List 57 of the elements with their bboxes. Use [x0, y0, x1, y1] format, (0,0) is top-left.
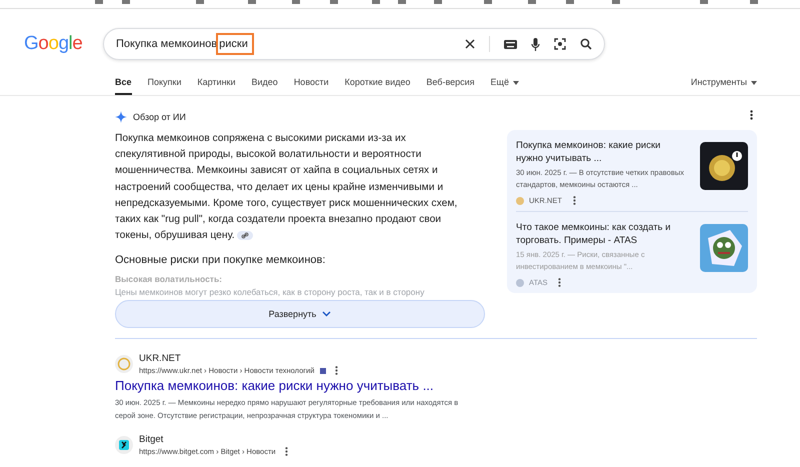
frog-thumbnail[interactable]: [700, 224, 748, 272]
search-tab[interactable]: Новости: [294, 71, 329, 95]
result-site: Bitget: [139, 434, 164, 446]
ai-overview-title: Обзор от ИИ: [133, 112, 186, 122]
site-favicon[interactable]: [115, 436, 133, 454]
result-site: UKR.NET: [139, 353, 182, 364]
risk-title: Высокая волатильность:: [115, 274, 224, 284]
expand-button[interactable]: Развернуть: [115, 300, 485, 328]
bookmark-icon[interactable]: [398, 0, 406, 4]
search-tab[interactable]: Веб-версия: [426, 71, 475, 95]
close-icon[interactable]: [464, 38, 476, 50]
more-icon[interactable]: [572, 196, 576, 205]
link-icon[interactable]: [237, 231, 254, 240]
bookmark-icon[interactable]: [196, 0, 204, 4]
more-icon[interactable]: [284, 447, 288, 456]
caret-icon: [751, 80, 757, 85]
bookmark-icon[interactable]: [566, 0, 574, 4]
bookmark-icon[interactable]: [95, 0, 103, 4]
coin-thumbnail[interactable]: [700, 142, 748, 190]
keyboard-icon[interactable]: [504, 40, 517, 48]
site-favicon: [516, 278, 524, 286]
risk-text: Цены мемкоинов могут резко колебаться, как в сторону роста, так и в сторону: [115, 287, 426, 298]
source-title[interactable]: Покупка мемкоинов: какие риски нужно учитывать ...: [516, 139, 690, 165]
search-icon[interactable]: [580, 38, 592, 50]
bookmark-icon[interactable]: [750, 0, 758, 4]
more-icon[interactable]: [558, 278, 562, 287]
search-tab[interactable]: Покупки: [148, 71, 182, 95]
result-title[interactable]: Покупка мемкоинов: какие риски нужно учитывать ...: [115, 378, 757, 394]
search-field[interactable]: Покупка мемкоинов риски: [103, 28, 605, 60]
sparkle-icon: [115, 111, 127, 123]
site-favicon: [516, 196, 524, 204]
bookmark-icon[interactable]: [330, 0, 338, 4]
source-title[interactable]: Что такое мемкоины: как создать и торговать. Примеры - ATAS: [516, 221, 690, 247]
bookmark-icon[interactable]: [700, 0, 708, 4]
search-tab[interactable]: Картинки: [197, 71, 236, 95]
bookmark-icon[interactable]: [612, 0, 620, 4]
more-icon[interactable]: [335, 366, 338, 376]
microphone-icon[interactable]: [531, 38, 540, 50]
highlighted-word: риски: [218, 35, 252, 53]
tools-button[interactable]: Инструменты: [690, 71, 757, 95]
search-tab[interactable]: Ещё: [490, 71, 519, 95]
bookmark-icon[interactable]: [528, 0, 536, 4]
ai-summary: Покупка мемкоинов сопряжена с высокими рисками из-за их спекулятивной природы, высокой волатильности и вероятности мошенничества. Мемкоины зависят от хайпа в социальных сетях и настроений сообщества, что делает их цены крайне изменчивыми и непредсказуемыми. Кроме того, существует риск мошеннических схем, таких как "rug pull", когда создатели проекта внезапно продают свои токены, обрушивая цену.: [115, 132, 458, 244]
ai-heading: Основные риски при покупке мемкоинов:: [115, 254, 326, 266]
search-tab[interactable]: Короткие видео: [344, 71, 410, 95]
bookmark-icon[interactable]: [372, 0, 380, 4]
bookmark-icon[interactable]: [434, 0, 442, 4]
bookmark-icon[interactable]: [484, 0, 492, 4]
chevron-down-icon: [322, 311, 332, 318]
bookmark-icon[interactable]: [248, 0, 256, 4]
flag-icon: [320, 368, 326, 374]
search-tab[interactable]: Все: [115, 71, 132, 95]
bookmark-icon[interactable]: [292, 0, 300, 4]
camera-icon[interactable]: [554, 38, 566, 50]
search-tab[interactable]: Видео: [252, 71, 278, 95]
bookmark-icon[interactable]: [122, 0, 130, 4]
more-icon[interactable]: [750, 110, 753, 120]
